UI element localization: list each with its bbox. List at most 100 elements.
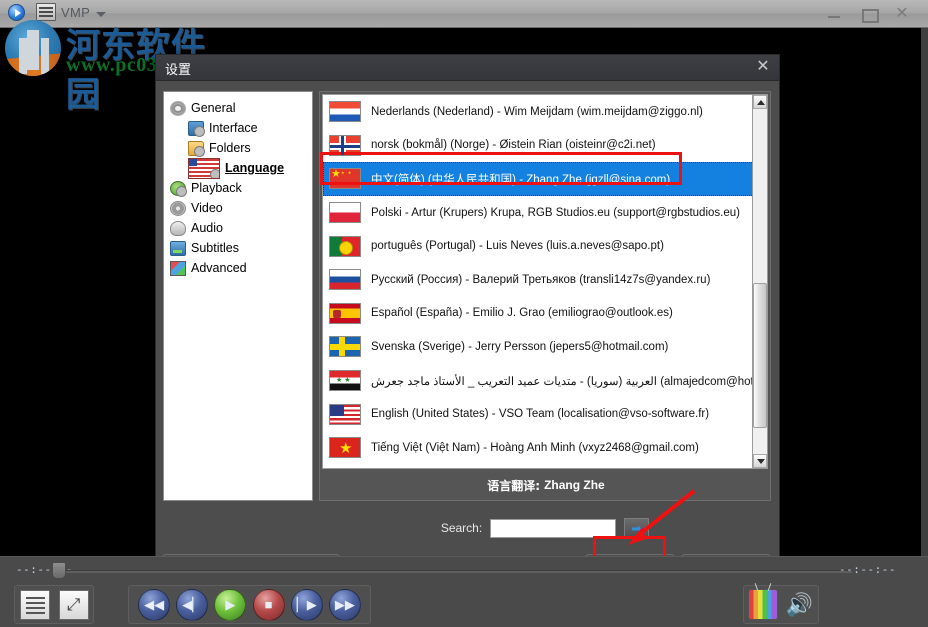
tree-item-folders[interactable]: Folders <box>168 138 308 158</box>
language-list-item[interactable]: Tiếng Việt (Việt Nam) - Hoàng Anh Minh (… <box>323 431 754 465</box>
dialog-title: 设置 <box>165 59 191 78</box>
playlist-icon[interactable] <box>20 590 50 620</box>
next-button[interactable]: ▏▶ <box>291 589 323 621</box>
close-icon[interactable]: ✕ <box>894 6 910 22</box>
language-list-item[interactable]: norsk (bokmål) (Norge) - Øistein Rian (o… <box>323 129 754 163</box>
adv-icon <box>170 261 186 276</box>
language-list-item[interactable]: Español (España) - Emilio J. Grao (emili… <box>323 297 754 331</box>
scroll-down-arrow-icon[interactable] <box>753 454 767 468</box>
tree-item-label: Folders <box>209 141 251 155</box>
video-icon <box>170 201 186 216</box>
flag-nl-icon <box>329 101 361 122</box>
previous-button[interactable]: ◀▏ <box>176 589 208 621</box>
tree-item-label: Advanced <box>191 261 247 275</box>
scroll-up-arrow-icon[interactable] <box>753 95 767 109</box>
language-list-panel: Nederlands (Nederland) - Wim Meijdam (wi… <box>319 91 771 501</box>
minimize-icon[interactable] <box>826 6 842 22</box>
search-input[interactable] <box>490 519 616 538</box>
audio-button-group: 🔊 <box>743 585 819 624</box>
settings-dialog: 设置 ✕ General Interface Folders Language Play… <box>155 54 780 574</box>
tree-item-subtitles[interactable]: Subtitles <box>168 238 308 258</box>
tree-item-label: Playback <box>191 181 242 195</box>
language-list-item[interactable]: Svenska (Sverige) - Jerry Persson (jeper… <box>323 330 754 364</box>
seek-handle[interactable] <box>52 562 66 579</box>
fast-forward-icon: ▶▶ <box>330 590 360 620</box>
language-list-item[interactable]: português (Portugal) - Luis Neves (luis.… <box>323 229 754 263</box>
seek-track[interactable] <box>62 570 852 573</box>
remaining-time: --:--:-- <box>839 563 896 576</box>
maximize-icon[interactable] <box>860 6 876 22</box>
playback-icon <box>170 181 186 196</box>
flag-pl-icon <box>329 202 361 223</box>
language-list-item[interactable]: English (United States) - VSO Team (loca… <box>323 397 754 431</box>
flag-us-icon <box>329 404 361 425</box>
flag-se-icon <box>329 336 361 357</box>
flag-ru-icon <box>329 269 361 290</box>
tree-item-label: Interface <box>209 121 258 135</box>
language-list-item-label: Tiếng Việt (Việt Nam) - Hoàng Anh Minh (… <box>371 442 699 454</box>
tv-icon[interactable] <box>748 589 778 620</box>
scrollbar-thumb[interactable] <box>753 283 767 428</box>
seek-bar-area: --:--:-- --:--:-- <box>0 556 928 582</box>
fast-forward-button[interactable]: ▶▶ <box>329 589 361 621</box>
arrow-right-icon[interactable] <box>624 518 649 539</box>
stop-button[interactable]: ■ <box>253 589 285 621</box>
transport-button-group: ◀◀ ◀▏ ▶ ■ ▏▶ ▶▶ <box>128 585 371 624</box>
language-list-item-label: 中文(简体) (中华人民共和国) - Zhang Zhe (jgzll@sina… <box>371 171 670 187</box>
tree-item-advanced[interactable]: Advanced <box>168 258 308 278</box>
language-list-scrollbar[interactable] <box>752 94 768 469</box>
tree-item-language[interactable]: Language <box>168 158 308 178</box>
chevron-down-icon[interactable] <box>96 12 106 17</box>
window-title: VMP <box>61 5 90 20</box>
next-icon: ▏▶ <box>292 590 322 620</box>
stop-icon: ■ <box>254 590 284 620</box>
tree-item-playback[interactable]: Playback <box>168 178 308 198</box>
flag-cn-icon <box>329 168 361 189</box>
settings-tree[interactable]: General Interface Folders Language Playback V… <box>163 91 313 501</box>
language-list-item[interactable]: العربية (سوريا) - متديات عميد التعريب _ … <box>323 364 754 398</box>
dialog-close-icon[interactable]: ✕ <box>753 57 773 77</box>
language-listbox[interactable]: Nederlands (Nederland) - Wim Meijdam (wi… <box>322 94 755 469</box>
language-list-item-label: Русский (Россия) - Валерий Третьяков (tr… <box>371 274 710 286</box>
audio-icon <box>170 221 186 236</box>
language-list-item[interactable]: Русский (Россия) - Валерий Третьяков (tr… <box>323 263 754 297</box>
previous-icon: ◀▏ <box>177 590 207 620</box>
tree-item-label: Audio <box>191 221 223 235</box>
language-list-item-label: English (United States) - VSO Team (loca… <box>371 408 709 420</box>
rewind-icon: ◀◀ <box>139 590 169 620</box>
translator-status: 语言翻译: Zhang Zhe <box>322 472 770 498</box>
language-list-item-label: norsk (bokmål) (Norge) - Øistein Rian (o… <box>371 139 656 151</box>
fullscreen-icon[interactable]: ⤢ <box>59 590 89 620</box>
play-circle-icon <box>8 4 25 21</box>
language-list-item-label: Español (España) - Emilio J. Grao (emili… <box>371 307 673 319</box>
gear-icon <box>170 101 186 116</box>
play-button[interactable]: ▶ <box>214 589 246 621</box>
language-list-item[interactable]: 中文(简体) (中华人民共和国) - Zhang Zhe (jgzll@sina… <box>323 162 754 196</box>
tree-item-audio[interactable]: Audio <box>168 218 308 238</box>
subs-icon <box>170 241 186 256</box>
language-list-item[interactable]: Polski - Artur (Krupers) Krupa, RGB Stud… <box>323 196 754 230</box>
right-rail <box>921 28 928 556</box>
tree-item-video[interactable]: Video <box>168 198 308 218</box>
document-icon <box>36 3 56 21</box>
language-list-item-label: português (Portugal) - Luis Neves (luis.… <box>371 240 664 252</box>
view-button-group: ⤢ <box>14 585 94 624</box>
language-list-item-label: العربية (سوريا) - متديات عميد التعريب _ … <box>371 374 754 388</box>
speaker-icon[interactable]: 🔊 <box>785 590 815 620</box>
dialog-titlebar: 设置 ✕ <box>156 55 779 81</box>
tree-item-label: Video <box>191 201 223 215</box>
rewind-button[interactable]: ◀◀ <box>138 589 170 621</box>
language-list-item[interactable]: Nederlands (Nederland) - Wim Meijdam (wi… <box>323 95 754 129</box>
language-list-item-label: Polski - Artur (Krupers) Krupa, RGB Stud… <box>371 207 740 219</box>
flag-no-icon <box>329 135 361 156</box>
tree-item-interface[interactable]: Interface <box>168 118 308 138</box>
tree-item-label: Subtitles <box>191 241 239 255</box>
language-list-item-label: Svenska (Sverige) - Jerry Persson (jeper… <box>371 341 668 353</box>
language-list-item-label: Nederlands (Nederland) - Wim Meijdam (wi… <box>371 106 703 118</box>
flag-pt-icon <box>329 236 361 257</box>
search-label: Search: <box>441 521 482 535</box>
play-icon: ▶ <box>215 590 245 620</box>
flag-icon <box>188 158 220 179</box>
tree-item-general[interactable]: General <box>168 98 308 118</box>
tree-item-label: General <box>191 101 235 115</box>
